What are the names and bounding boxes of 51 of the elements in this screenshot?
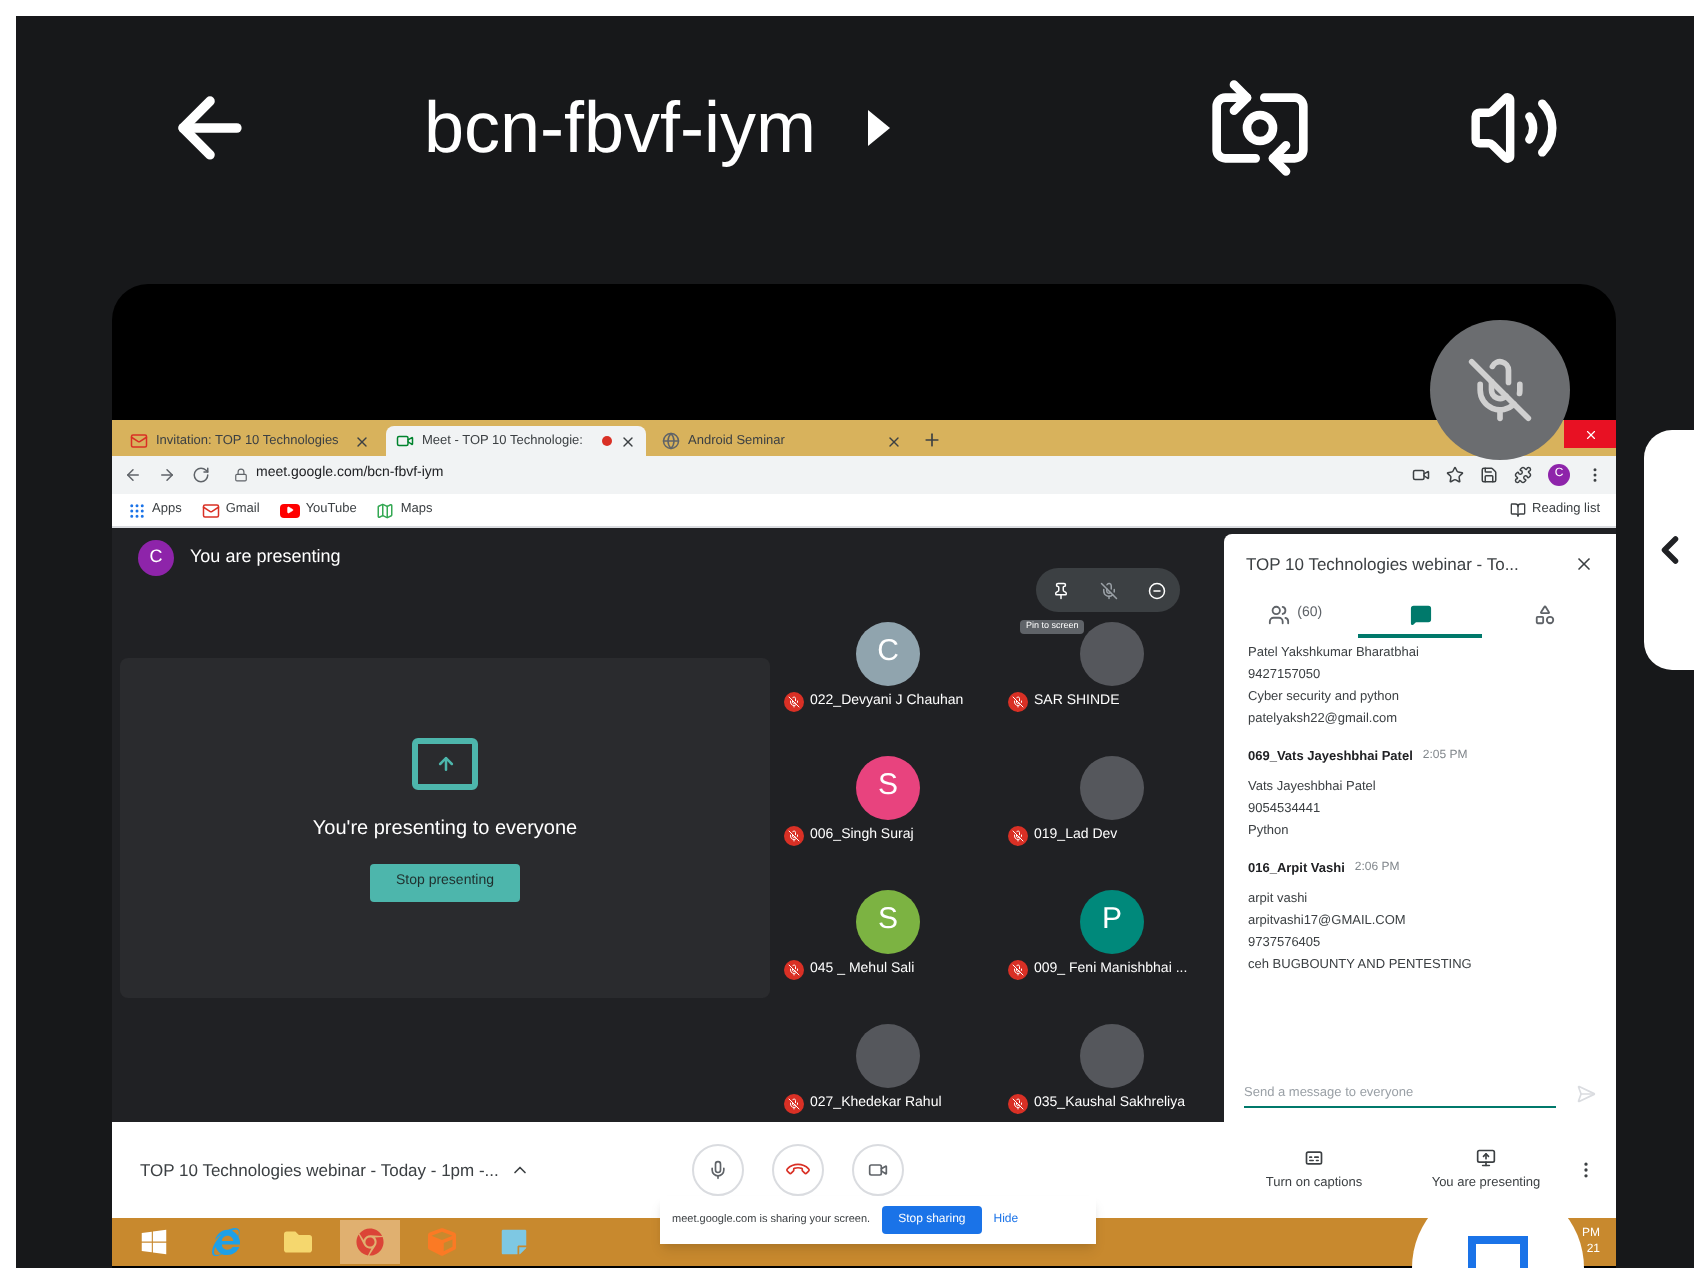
people-icon — [1267, 603, 1290, 625]
mail-icon — [201, 501, 220, 519]
photo-placeholder — [1080, 755, 1144, 819]
photo-placeholder — [856, 1023, 920, 1087]
avatar: P — [1080, 889, 1144, 953]
reload-icon[interactable] — [192, 466, 210, 484]
video-play-icon — [279, 503, 300, 517]
presenter-avatar: C — [138, 540, 174, 576]
play-triangle-icon[interactable] — [868, 110, 891, 146]
new-tab-icon[interactable] — [922, 430, 942, 450]
presenting-message: You're presenting to everyone — [312, 816, 578, 844]
photo-placeholder — [1080, 621, 1144, 685]
map-icon — [376, 501, 395, 519]
photo-placeholder — [1080, 1023, 1144, 1087]
pin-icon[interactable] — [1051, 581, 1069, 599]
extensions-icon[interactable] — [1514, 466, 1532, 484]
screen-share-icon — [1476, 1147, 1496, 1168]
apps-grid-icon — [128, 501, 146, 519]
shapes-icon — [1534, 603, 1557, 625]
star-icon[interactable] — [1446, 466, 1464, 484]
mail-icon — [130, 432, 148, 450]
side-panel-handle[interactable] — [1644, 430, 1694, 670]
meeting-code[interactable]: bcn-fbvf-iym — [424, 74, 817, 182]
screen-share-icon — [412, 738, 478, 790]
microphone-icon — [708, 1160, 729, 1180]
meeting-title[interactable]: TOP 10 Technologies webinar - Today - 1pm -... — [140, 1157, 499, 1183]
windows-start-icon[interactable] — [140, 1228, 168, 1256]
panel-title: TOP 10 Technologies webinar - To... — [1246, 551, 1521, 577]
back-icon[interactable] — [124, 466, 142, 484]
lock-icon — [234, 468, 248, 482]
presenter-label: You are presenting — [190, 544, 341, 571]
close-icon[interactable] — [886, 433, 902, 449]
avatar: C — [856, 621, 920, 685]
video-camera-icon — [396, 432, 414, 450]
close-icon[interactable] — [620, 433, 636, 449]
avatar: S — [856, 755, 920, 819]
chat-icon — [1409, 603, 1431, 625]
close-icon[interactable] — [1574, 554, 1594, 574]
switch-camera-icon[interactable] — [1208, 76, 1312, 180]
book-icon — [1510, 502, 1527, 518]
save-icon[interactable] — [1480, 466, 1498, 484]
forward-icon[interactable] — [158, 466, 176, 484]
close-icon[interactable] — [354, 433, 370, 449]
remove-icon[interactable] — [1147, 581, 1165, 599]
camera-icon[interactable] — [1412, 466, 1430, 484]
avatar: S — [856, 889, 920, 953]
mic-off-icon[interactable] — [1099, 581, 1117, 599]
globe-icon — [662, 432, 680, 450]
captions-icon — [1304, 1147, 1324, 1168]
close-icon — [1583, 427, 1597, 441]
video-camera-icon — [868, 1160, 889, 1180]
